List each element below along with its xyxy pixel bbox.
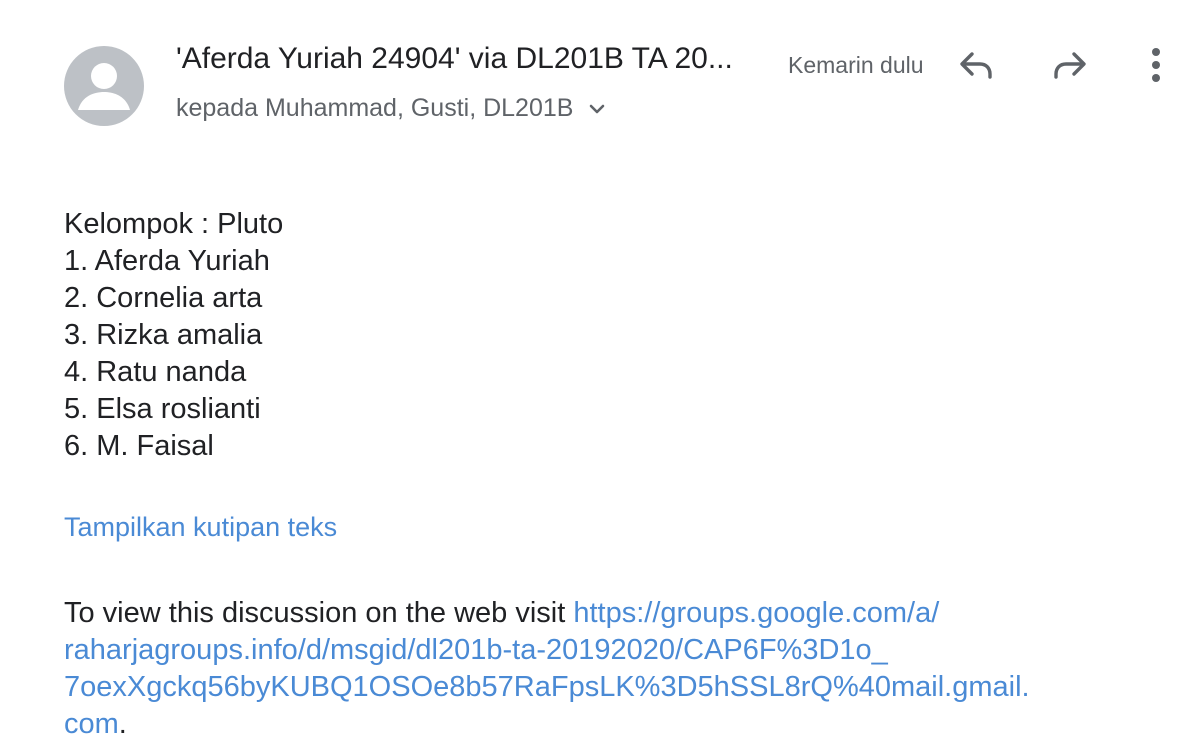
more-vert-icon <box>1152 48 1160 82</box>
person-avatar-icon <box>78 63 130 110</box>
recipients-toggle[interactable]: kepada Muhammad, Gusti, DL201B <box>176 94 607 123</box>
sender-name: 'Aferda Yuriah 24904' via DL201B TA 20..… <box>176 42 733 75</box>
body-line: 6. M. Faisal <box>64 430 214 462</box>
message-body: Kelompok : Pluto 1. Aferda Yuriah 2. Cor… <box>64 206 1164 465</box>
forward-button[interactable] <box>1046 40 1094 88</box>
link-line-2: raharjagroups.info/d/msgid/dl201b-ta-201… <box>64 634 888 666</box>
sender-avatar[interactable] <box>64 46 144 126</box>
footer-suffix: . <box>118 708 127 740</box>
body-line: Kelompok : Pluto <box>64 208 284 240</box>
show-quoted-text-link[interactable]: Tampilkan kutipan teks <box>64 512 337 543</box>
link-line-3: 7oexXgckq56byKUBQ1OSOe8b57RaFpsLK%3D5hSS… <box>64 671 1030 703</box>
footer-prefix: To view this discussion on the web visit <box>64 597 574 629</box>
body-line: 4. Ratu nanda <box>64 356 247 388</box>
body-line: 3. Rizka amalia <box>64 319 263 351</box>
reply-button[interactable] <box>952 40 1000 88</box>
chevron-down-icon <box>587 102 607 116</box>
reply-icon <box>960 52 992 79</box>
link-line-1: https://groups.google.com/a/ <box>573 597 940 629</box>
message-time: Kemarin dulu <box>788 52 924 78</box>
more-options-button[interactable] <box>1132 40 1180 88</box>
link-line-4: com <box>64 708 119 740</box>
body-line: 5. Elsa roslianti <box>64 393 261 425</box>
discussion-footer: To view this discussion on the web visit… <box>64 595 1124 743</box>
body-line: 2. Cornelia arta <box>64 282 263 314</box>
body-line: 1. Aferda Yuriah <box>64 245 270 277</box>
recipients-text: kepada Muhammad, Gusti, DL201B <box>176 94 574 122</box>
forward-icon <box>1054 52 1086 79</box>
